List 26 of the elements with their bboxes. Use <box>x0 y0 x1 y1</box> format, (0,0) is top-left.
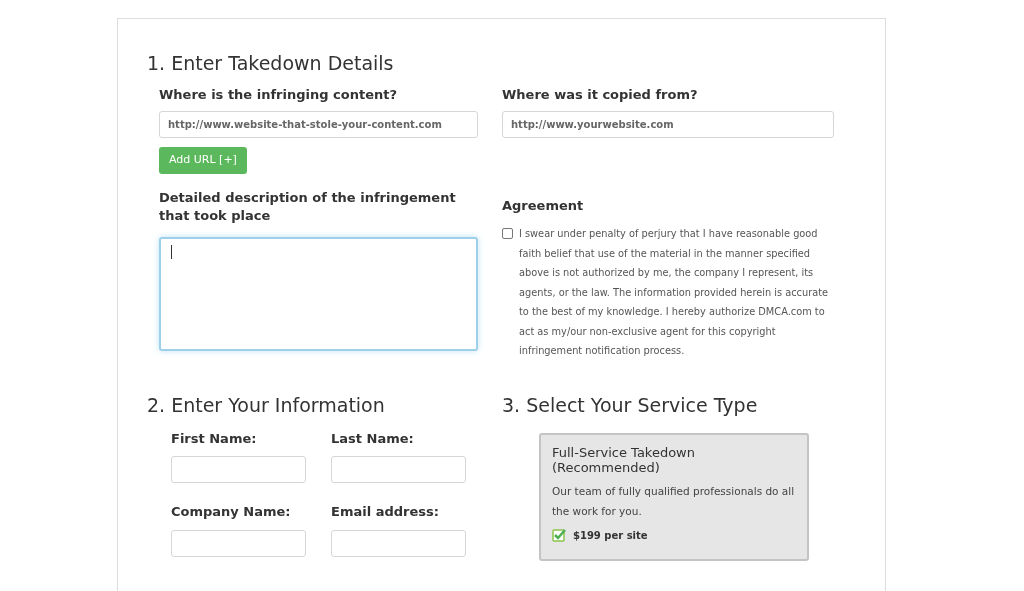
field-label: Agreement <box>502 196 585 215</box>
text-input[interactable] <box>331 456 466 483</box>
field-label: Where was it copied from? <box>502 86 699 104</box>
description-input[interactable] <box>159 236 478 351</box>
section-heading: 1. Enter Takedown Details <box>147 51 395 75</box>
field-label: Company Name: <box>171 503 292 521</box>
url-input[interactable]: http://www.yourwebsite.com <box>502 110 834 138</box>
text-input[interactable] <box>331 529 466 557</box>
agreement-checkbox[interactable] <box>502 228 513 239</box>
checkbox-check-icon[interactable] <box>552 528 567 542</box>
section-heading: 2. Enter Your Information <box>147 392 386 417</box>
field-label: Last Name: <box>331 429 415 448</box>
service-option-card[interactable]: Full-Service Takedown (Recommended) Our team of fully qualified professionals do all the work for you. $199 per site <box>539 432 809 561</box>
url-input[interactable]: http://www.website-that-stole-your-content.com <box>159 110 478 138</box>
text-input[interactable] <box>171 456 306 483</box>
field-label: Detailed description of the infringement that took place <box>159 188 457 225</box>
option-title: Full-Service Takedown (Recommended) <box>552 444 696 475</box>
text-caret <box>171 244 172 259</box>
field-label: First Name: <box>171 429 258 448</box>
text-input[interactable] <box>171 529 306 557</box>
option-price: $199 per site <box>573 528 648 543</box>
field-label: Email address: <box>331 503 440 521</box>
option-description: Our team of fully qualified professionals do all the work for you. <box>552 483 796 519</box>
section-heading: 3. Select Your Service Type <box>502 392 759 417</box>
field-label: Where is the infringing content? <box>159 86 398 104</box>
agreement-text: I swear under penalty of perjury that I have reasonable good faith belief that use of the material in the manner specified above is not authorized by me, the company I represent, its agents, or the law. The information provided herein is accurate to the best of my knowledge. I hereby authorize DMCA.com to act as my/our non-exclusive agent for this copyright infringement notification process. <box>519 227 830 358</box>
